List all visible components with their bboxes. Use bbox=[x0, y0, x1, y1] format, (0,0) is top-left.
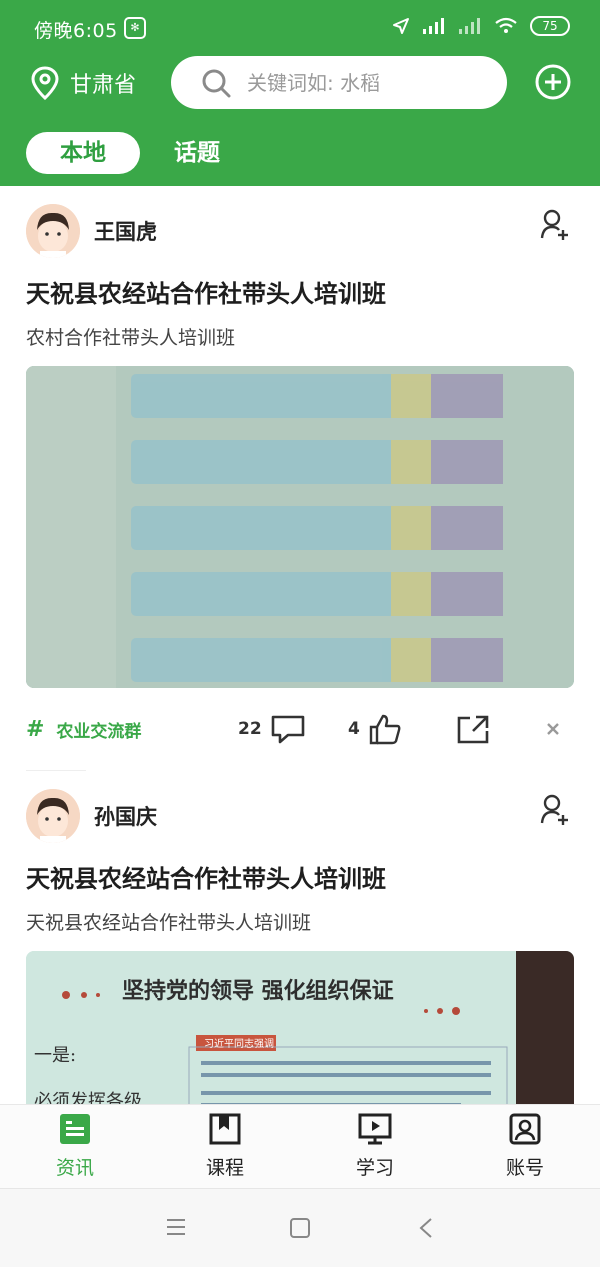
search-input[interactable] bbox=[247, 70, 477, 95]
home-icon[interactable] bbox=[289, 1217, 311, 1239]
location-label: 甘肃省 bbox=[70, 73, 137, 98]
account-icon bbox=[509, 1113, 541, 1145]
dismiss-icon[interactable] bbox=[546, 722, 560, 736]
post-image[interactable]: 坚持党的领导 强化组织保证 习近平同志强调 一是: 必须发挥各级 中央 bbox=[26, 951, 574, 1104]
location-arrow-icon bbox=[393, 18, 409, 34]
post-title[interactable]: 天祝县农经站合作社带头人培训班 bbox=[26, 859, 574, 894]
status-indicators: 75 bbox=[392, 16, 570, 36]
news-feed[interactable]: 王国虎 天祝县农经站合作社带头人培训班 农村合作社带头人培训班 # 农业交流群 … bbox=[0, 186, 600, 1104]
nav-account-label: 账号 bbox=[505, 1157, 544, 1179]
nav-news-label: 资讯 bbox=[55, 1157, 94, 1179]
slide-left-text-1: 一是: bbox=[34, 1045, 77, 1066]
menu-icon[interactable] bbox=[166, 1218, 186, 1236]
search-icon bbox=[202, 69, 231, 97]
user-avatar-icon bbox=[26, 789, 80, 843]
system-navigation-bar bbox=[0, 1188, 600, 1267]
notification-icon: ✻ bbox=[124, 17, 146, 39]
post-author: 孙国庆 bbox=[26, 777, 574, 855]
signal-icon bbox=[423, 18, 444, 34]
thumbs-up-icon bbox=[369, 714, 401, 745]
comment-icon bbox=[271, 715, 304, 744]
like-count: 4 bbox=[348, 719, 360, 739]
add-post-button[interactable] bbox=[534, 63, 572, 101]
topic-label: 农业交流群 bbox=[56, 721, 142, 742]
feed-post[interactable]: 孙国庆 天祝县农经站合作社带头人培训班 天祝县农经站合作社带头人培训班 坚持党的… bbox=[0, 771, 600, 1104]
location-selector[interactable]: 甘肃省 bbox=[30, 66, 136, 100]
slide-left-text-2: 必须发挥各级 bbox=[34, 1091, 142, 1104]
nav-news[interactable]: 资讯 bbox=[0, 1105, 150, 1188]
author-name[interactable]: 孙国庆 bbox=[94, 801, 157, 831]
tab-topics[interactable]: 话题 bbox=[170, 132, 224, 174]
post-actions: # 农业交流群 22 4 bbox=[26, 688, 574, 770]
slide-box-title: 习近平同志强调 bbox=[204, 1039, 274, 1050]
avatar[interactable] bbox=[26, 204, 80, 258]
post-subtitle: 天祝县农经站合作社带头人培训班 bbox=[26, 912, 312, 934]
feed-post[interactable]: 王国虎 天祝县农经站合作社带头人培训班 农村合作社带头人培训班 # 农业交流群 … bbox=[0, 186, 600, 770]
post-subtitle: 农村合作社带头人培训班 bbox=[26, 327, 236, 349]
location-pin-icon bbox=[31, 66, 59, 100]
comment-button[interactable]: 22 bbox=[238, 714, 306, 744]
user-avatar-icon bbox=[26, 204, 80, 258]
monitor-play-icon bbox=[358, 1113, 392, 1145]
status-time: 傍晚6:05 bbox=[34, 20, 118, 42]
tab-local[interactable]: 本地 bbox=[26, 132, 140, 174]
post-author: 王国虎 bbox=[26, 192, 574, 270]
signal-weak-icon bbox=[459, 18, 480, 34]
follow-user-icon[interactable] bbox=[540, 208, 570, 242]
post-image[interactable] bbox=[26, 366, 574, 688]
slide-photo-image bbox=[26, 366, 574, 688]
comment-count: 22 bbox=[238, 719, 262, 739]
follow-user-icon[interactable] bbox=[540, 793, 570, 827]
news-icon bbox=[60, 1114, 90, 1144]
post-title[interactable]: 天祝县农经站合作社带头人培训班 bbox=[26, 274, 574, 309]
back-icon[interactable] bbox=[418, 1217, 434, 1239]
like-button[interactable]: 4 bbox=[348, 713, 402, 745]
hashtag-icon: # bbox=[26, 716, 45, 742]
bottom-navigation: 资讯 课程 学习 账号 bbox=[0, 1104, 600, 1188]
topic-tag[interactable]: # 农业交流群 bbox=[26, 717, 141, 742]
nav-courses-label: 课程 bbox=[205, 1157, 244, 1179]
status-bar: 傍晚6:05 ✻ 75 bbox=[0, 0, 600, 58]
feed-tabs: 本地 话题 bbox=[26, 132, 224, 174]
share-button[interactable] bbox=[456, 713, 492, 745]
nav-courses[interactable]: 课程 bbox=[150, 1105, 300, 1188]
nav-learning-label: 学习 bbox=[355, 1157, 394, 1179]
app-header: 傍晚6:05 ✻ 75 甘肃省 本地 话题 bbox=[0, 0, 600, 186]
nav-account[interactable]: 账号 bbox=[450, 1105, 600, 1188]
battery-indicator: 75 bbox=[530, 16, 570, 36]
avatar[interactable] bbox=[26, 789, 80, 843]
search-bar[interactable] bbox=[171, 56, 507, 109]
wifi-icon bbox=[495, 17, 517, 33]
slide-title: 坚持党的领导 强化组织保证 bbox=[122, 978, 394, 1004]
bookmark-icon bbox=[209, 1113, 241, 1145]
author-name[interactable]: 王国虎 bbox=[94, 216, 157, 246]
nav-learning[interactable]: 学习 bbox=[300, 1105, 450, 1188]
